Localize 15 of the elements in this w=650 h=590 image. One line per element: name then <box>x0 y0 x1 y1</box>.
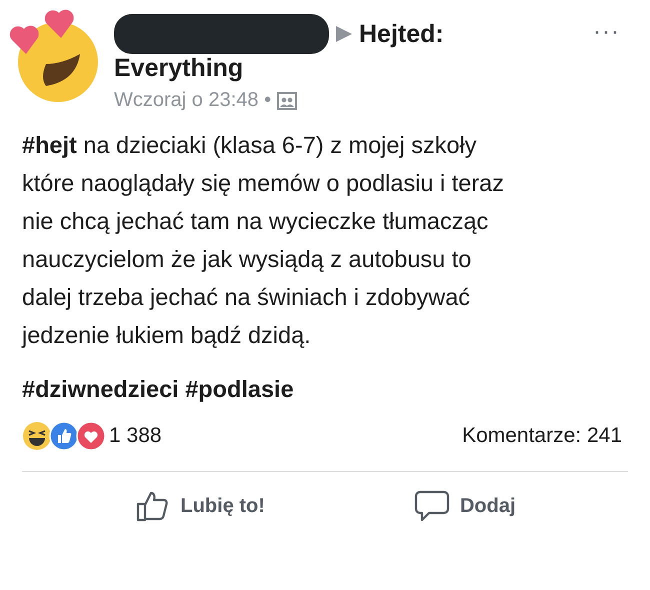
more-options-button[interactable]: ··· <box>593 18 620 46</box>
timestamp: Wczoraj o 23:48 • <box>114 89 272 112</box>
comment-button[interactable]: Dodaj <box>408 482 522 530</box>
like-button[interactable]: Lubię to! <box>128 482 271 530</box>
laughing-emoji-icon <box>22 421 52 451</box>
speech-bubble-icon <box>414 488 450 524</box>
group-name[interactable]: Hejted: <box>359 20 444 48</box>
post-hashtags: #dziwnedzieci #podlasie <box>22 376 295 403</box>
comment-count[interactable]: Komentarze: 241 <box>462 424 622 448</box>
triangle-icon <box>335 25 353 43</box>
thumbs-up-icon <box>49 421 79 451</box>
post-text: #hejt na dzieciaki (klasa 6-7) z mojej szkoły które naoglądały się memów o podlasiu i teraz nie chcą jechać tam na wycieczke tłumacząc nauczycielom że jak wysiądą z autobusu to dalej trzeba jechać na świniach i zdobywać jedzenie łukiem bądź dzidą. <box>22 131 506 350</box>
reaction-count[interactable]: 1 388 <box>109 424 162 448</box>
group-name-continued[interactable]: Everything <box>114 54 444 83</box>
group-icon <box>277 90 298 110</box>
